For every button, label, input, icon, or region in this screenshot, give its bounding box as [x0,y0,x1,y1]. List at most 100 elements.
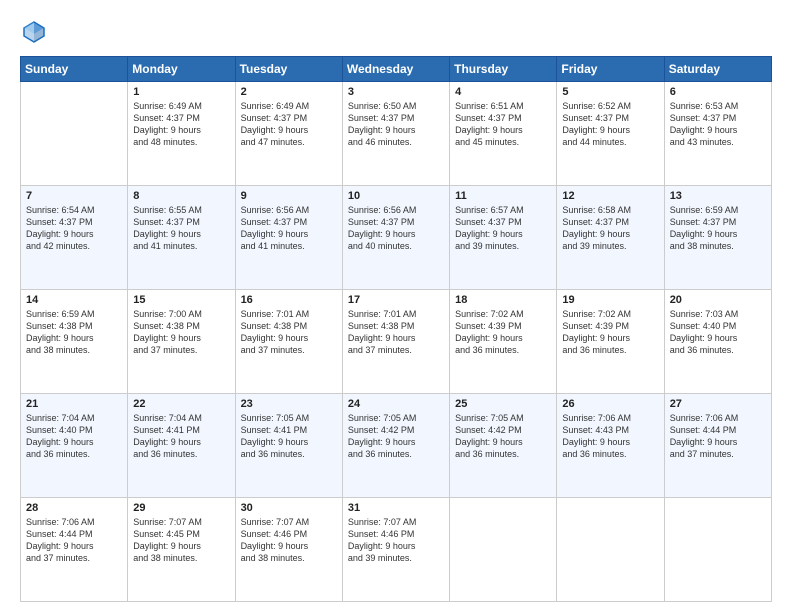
calendar-cell [557,498,664,602]
calendar-cell [21,82,128,186]
day-info: Sunrise: 6:57 AM Sunset: 4:37 PM Dayligh… [455,204,551,253]
day-number: 19 [562,294,658,306]
day-number: 17 [348,294,444,306]
day-number: 7 [26,190,122,202]
calendar-cell: 3Sunrise: 6:50 AM Sunset: 4:37 PM Daylig… [342,82,449,186]
day-number: 12 [562,190,658,202]
calendar-cell: 24 Sunrise: 7:05 AM Sunset: 4:42 PM Dayli… [342,394,449,498]
calendar-cell: 17 Sunrise: 7:01 AM Sunset: 4:38 PM Dayli… [342,290,449,394]
day-number: 14 [26,294,122,306]
calendar-cell: 14Sunrise: 6:59 AM Sunset: 4:38 PM Dayli… [21,290,128,394]
calendar-cell: 27Sunrise: 7:06 AM Sunset: 4:44 PM Dayli… [664,394,771,498]
day-info: Sunrise: 6:53 AM Sunset: 4:37 PM Dayligh… [670,100,766,149]
calendar-cell: 18 Sunrise: 7:02 AM Sunset: 4:39 PM Dayli… [450,290,557,394]
day-info: Sunrise: 6:49 AM Sunset: 4:37 PM Dayligh… [241,100,337,149]
day-info: Sunrise: 7:07 AM Sunset: 4:46 PM Dayligh… [241,516,337,565]
day-number: 25 [455,398,551,410]
day-info: Sunrise: 7:07 AM Sunset: 4:45 PM Dayligh… [133,516,229,565]
calendar-cell: 11 Sunrise: 6:57 AM Sunset: 4:37 PM Dayli… [450,186,557,290]
calendar-cell: 16 Sunrise: 7:01 AM Sunset: 4:38 PM Dayli… [235,290,342,394]
header [20,18,772,46]
day-info: Sunrise: 7:07 AM Sunset: 4:46 PM Dayligh… [348,516,444,565]
calendar-cell: 19 Sunrise: 7:02 AM Sunset: 4:39 PM Dayli… [557,290,664,394]
day-info: Sunrise: 6:51 AM Sunset: 4:37 PM Dayligh… [455,100,551,149]
calendar-cell: 8 Sunrise: 6:55 AM Sunset: 4:37 PM Daylig… [128,186,235,290]
day-number: 23 [241,398,337,410]
day-info: Sunrise: 7:01 AM Sunset: 4:38 PM Dayligh… [348,308,444,357]
calendar-cell: 30 Sunrise: 7:07 AM Sunset: 4:46 PM Dayli… [235,498,342,602]
day-number: 15 [133,294,229,306]
day-number: 10 [348,190,444,202]
calendar-cell: 21 Sunrise: 7:04 AM Sunset: 4:40 PM Dayli… [21,394,128,498]
day-number: 18 [455,294,551,306]
day-number: 20 [670,294,766,306]
day-info: Sunrise: 6:56 AM Sunset: 4:37 PM Dayligh… [348,204,444,253]
day-info: Sunrise: 7:02 AM Sunset: 4:39 PM Dayligh… [562,308,658,357]
day-number: 27 [670,398,766,410]
day-info: Sunrise: 6:50 AM Sunset: 4:37 PM Dayligh… [348,100,444,149]
day-number: 1 [133,86,229,98]
day-info: Sunrise: 6:58 AM Sunset: 4:37 PM Dayligh… [562,204,658,253]
day-number: 30 [241,502,337,514]
calendar-cell: 10 Sunrise: 6:56 AM Sunset: 4:37 PM Dayli… [342,186,449,290]
day-info: Sunrise: 7:06 AM Sunset: 4:43 PM Dayligh… [562,412,658,461]
day-number: 31 [348,502,444,514]
logo-icon [20,18,48,46]
calendar-cell: 26Sunrise: 7:06 AM Sunset: 4:43 PM Dayli… [557,394,664,498]
day-info: Sunrise: 7:01 AM Sunset: 4:38 PM Dayligh… [241,308,337,357]
weekday-header-saturday: Saturday [664,57,771,82]
day-info: Sunrise: 7:05 AM Sunset: 4:42 PM Dayligh… [455,412,551,461]
calendar-cell: 31 Sunrise: 7:07 AM Sunset: 4:46 PM Dayli… [342,498,449,602]
calendar-week-row: 21 Sunrise: 7:04 AM Sunset: 4:40 PM Dayli… [21,394,772,498]
calendar-week-row: 1 Sunrise: 6:49 AM Sunset: 4:37 PM Daylig… [21,82,772,186]
day-info: Sunrise: 6:55 AM Sunset: 4:37 PM Dayligh… [133,204,229,253]
calendar-table: SundayMondayTuesdayWednesdayThursdayFrid… [20,56,772,602]
day-number: 2 [241,86,337,98]
calendar-week-row: 28Sunrise: 7:06 AM Sunset: 4:44 PM Dayli… [21,498,772,602]
calendar-cell [450,498,557,602]
day-number: 11 [455,190,551,202]
calendar-cell: 29 Sunrise: 7:07 AM Sunset: 4:45 PM Dayli… [128,498,235,602]
calendar-cell: 25 Sunrise: 7:05 AM Sunset: 4:42 PM Dayli… [450,394,557,498]
day-number: 29 [133,502,229,514]
weekday-header-sunday: Sunday [21,57,128,82]
calendar-cell: 20 Sunrise: 7:03 AM Sunset: 4:40 PM Dayli… [664,290,771,394]
calendar-cell [664,498,771,602]
weekday-header-row: SundayMondayTuesdayWednesdayThursdayFrid… [21,57,772,82]
day-number: 24 [348,398,444,410]
calendar-cell: 7 Sunrise: 6:54 AM Sunset: 4:37 PM Daylig… [21,186,128,290]
day-info: Sunrise: 7:05 AM Sunset: 4:41 PM Dayligh… [241,412,337,461]
calendar-cell: 1 Sunrise: 6:49 AM Sunset: 4:37 PM Daylig… [128,82,235,186]
day-number: 21 [26,398,122,410]
day-number: 9 [241,190,337,202]
calendar-week-row: 14Sunrise: 6:59 AM Sunset: 4:38 PM Dayli… [21,290,772,394]
day-number: 28 [26,502,122,514]
day-info: Sunrise: 7:04 AM Sunset: 4:41 PM Dayligh… [133,412,229,461]
day-info: Sunrise: 6:56 AM Sunset: 4:37 PM Dayligh… [241,204,337,253]
calendar-cell: 22 Sunrise: 7:04 AM Sunset: 4:41 PM Dayli… [128,394,235,498]
day-info: Sunrise: 7:05 AM Sunset: 4:42 PM Dayligh… [348,412,444,461]
weekday-header-tuesday: Tuesday [235,57,342,82]
day-number: 22 [133,398,229,410]
day-info: Sunrise: 7:04 AM Sunset: 4:40 PM Dayligh… [26,412,122,461]
calendar-cell: 4 Sunrise: 6:51 AM Sunset: 4:37 PM Daylig… [450,82,557,186]
weekday-header-thursday: Thursday [450,57,557,82]
logo [20,18,52,46]
day-info: Sunrise: 7:03 AM Sunset: 4:40 PM Dayligh… [670,308,766,357]
day-info: Sunrise: 7:02 AM Sunset: 4:39 PM Dayligh… [455,308,551,357]
weekday-header-wednesday: Wednesday [342,57,449,82]
day-number: 13 [670,190,766,202]
day-number: 16 [241,294,337,306]
calendar-cell: 9 Sunrise: 6:56 AM Sunset: 4:37 PM Daylig… [235,186,342,290]
calendar-cell: 15Sunrise: 7:00 AM Sunset: 4:38 PM Dayli… [128,290,235,394]
calendar-week-row: 7 Sunrise: 6:54 AM Sunset: 4:37 PM Daylig… [21,186,772,290]
calendar-cell: 5Sunrise: 6:52 AM Sunset: 4:37 PM Daylig… [557,82,664,186]
weekday-header-monday: Monday [128,57,235,82]
day-number: 5 [562,86,658,98]
day-info: Sunrise: 6:49 AM Sunset: 4:37 PM Dayligh… [133,100,229,149]
day-number: 8 [133,190,229,202]
day-number: 4 [455,86,551,98]
weekday-header-friday: Friday [557,57,664,82]
calendar-cell: 13Sunrise: 6:59 AM Sunset: 4:37 PM Dayli… [664,186,771,290]
day-info: Sunrise: 6:54 AM Sunset: 4:37 PM Dayligh… [26,204,122,253]
